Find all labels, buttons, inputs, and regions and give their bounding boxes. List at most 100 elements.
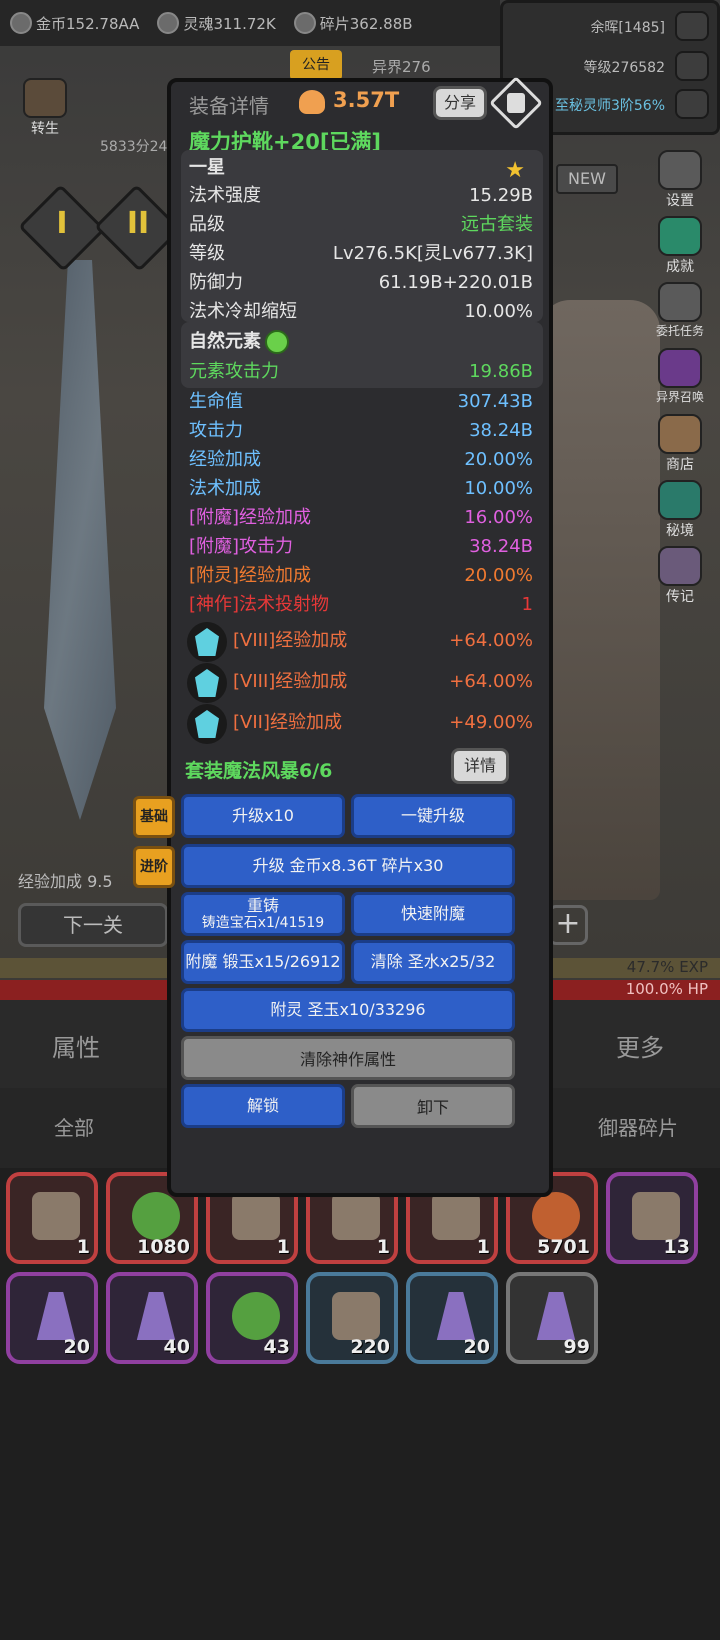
crown-icon[interactable]: [675, 51, 709, 81]
set-detail-button[interactable]: 详情: [451, 748, 509, 784]
flask-icon: [136, 1292, 176, 1340]
gem-stat-row: [VIII]经验加成 +64.00%: [233, 671, 533, 692]
one-click-upgrade-button[interactable]: 一键升级: [351, 794, 515, 838]
unequip-button[interactable]: 卸下: [351, 1084, 515, 1128]
sidebar-item-secret-realm[interactable]: 秘境: [640, 480, 720, 546]
sidebar-item-biography[interactable]: 传记: [640, 546, 720, 612]
gem-stat-row: [VIII]经验加成 +64.00%: [233, 630, 533, 651]
inventory-grid: 1 1080 1 1 1 5701 13 20 40 43 220 20 99: [0, 1168, 720, 1640]
sidebar-item-achievements[interactable]: 成就: [640, 216, 720, 282]
inventory-slot[interactable]: 220: [306, 1272, 398, 1364]
stat-row: [神作]法术投射物 1: [189, 594, 533, 615]
currency-bar: 金币152.78AA 灵魂311.72K 碎片362.88B: [0, 0, 500, 46]
tier-2-label: II: [126, 206, 150, 241]
enchant-button[interactable]: 附魔 锻玉x15/26912: [181, 940, 345, 984]
lock-icon: [507, 93, 525, 113]
inventory-slot[interactable]: 43: [206, 1272, 298, 1364]
item-quantity: 13: [663, 1236, 690, 1258]
item-quantity: 5701: [537, 1236, 590, 1258]
sidebar-item-shop[interactable]: 商店: [640, 414, 720, 480]
leaf-icon[interactable]: [675, 11, 709, 41]
equipment-detail-dialog: 装备详情 3.57T 分享 魔力护靴+20[已满] 一星 ★ 自然元素 元素攻击力…: [133, 76, 553, 1197]
hidden-stat: 5833分246: [100, 139, 177, 155]
item-quantity: 1: [476, 1236, 490, 1258]
advanced-tab[interactable]: 进阶: [133, 846, 175, 888]
element-header: 自然元素: [189, 328, 533, 356]
sidebar-item-summon[interactable]: 异界召唤: [640, 348, 720, 414]
notice-button[interactable]: 公告: [290, 50, 342, 80]
tab-more[interactable]: 更多: [616, 1028, 664, 1063]
spirit-attach-button[interactable]: 附灵 圣玉x10/33296: [181, 988, 515, 1032]
item-quantity: 220: [350, 1336, 390, 1358]
exp-bonus-text: 经验加成 9.5: [18, 872, 113, 891]
stat-row: 生命值 307.43B: [189, 391, 533, 412]
share-button[interactable]: 分享: [433, 86, 487, 120]
inventory-slot[interactable]: 40: [106, 1272, 198, 1364]
advance-upgrade-button[interactable]: 升级 金币x8.36T 碎片x30: [181, 844, 515, 888]
bag-icon: [232, 1292, 280, 1340]
muscle-icon: [299, 90, 325, 114]
scroll-icon: [658, 282, 702, 322]
swirl-icon[interactable]: [675, 89, 709, 119]
right-sidebar: 设置 成就 委托任务 异界召唤 商店 秘境 传记: [640, 150, 720, 612]
left-sidebar: 转生: [10, 78, 80, 148]
grade-header: 一星 ★: [189, 157, 525, 183]
sidebar-item-settings[interactable]: 设置: [640, 150, 720, 216]
flask-icon: [536, 1292, 576, 1340]
reforge-button[interactable]: 重铸 铸造宝石x1/41519: [181, 892, 345, 936]
filter-all[interactable]: 全部: [54, 1112, 94, 1141]
basic-tab[interactable]: 基础: [133, 796, 175, 838]
next-stage-button[interactable]: 下一关: [18, 903, 168, 947]
bag-icon: [132, 1192, 180, 1240]
chest-icon: [232, 1192, 280, 1240]
inventory-slot[interactable]: 1: [6, 1172, 98, 1264]
inventory-slot[interactable]: 99: [506, 1272, 598, 1364]
stat-row: [附魔]攻击力 38.24B: [189, 536, 533, 557]
chest-icon: [632, 1192, 680, 1240]
coin-icon: [10, 12, 32, 34]
gear-icon: [658, 150, 702, 190]
bag-icon: [532, 1192, 580, 1240]
nature-leaf-icon: [265, 330, 289, 354]
flask-icon: [36, 1292, 76, 1340]
chest-icon: [432, 1192, 480, 1240]
power-value: 3.57T: [333, 88, 400, 112]
base-stat-row: 法术冷却缩短 10.00%: [189, 301, 533, 322]
clear-enchant-button[interactable]: 清除 圣水x25/32: [351, 940, 515, 984]
filter-shards[interactable]: 御器碎片: [598, 1112, 678, 1141]
upgrade-x10-button[interactable]: 升级x10: [181, 794, 345, 838]
stat-row: 攻击力 38.24B: [189, 420, 533, 441]
clear-divine-button[interactable]: 清除神作属性: [181, 1036, 515, 1080]
stat-row: [附灵]经验加成 20.00%: [189, 565, 533, 586]
book-icon: [658, 546, 702, 586]
item-quantity: 43: [263, 1336, 290, 1358]
soul-icon: [157, 12, 180, 34]
gem-icon: [187, 704, 227, 744]
summon-icon: [658, 348, 702, 388]
inventory-slot[interactable]: 20: [6, 1272, 98, 1364]
game-screen: 金币152.78AA 灵魂311.72K 碎片362.88B 余晖[1485] …: [0, 0, 720, 1640]
base-stat-row: 法术强度 15.29B: [189, 185, 533, 206]
realm-label: 至秘灵师3阶56%: [554, 98, 665, 114]
sidebar-item-quests[interactable]: 委托任务: [640, 282, 720, 348]
otherworld-label: 异界276: [372, 58, 431, 76]
item-quantity: 1080: [137, 1236, 190, 1258]
inventory-slot[interactable]: 13: [606, 1172, 698, 1264]
star-icon: [658, 216, 702, 256]
base-stat-row: 品级 远古套装: [189, 214, 533, 235]
chest-icon: [332, 1292, 380, 1340]
item-quantity: 40: [163, 1336, 190, 1358]
tab-attributes[interactable]: 属性: [52, 1028, 100, 1063]
stat-row: 法术加成 10.00%: [189, 478, 533, 499]
new-badge: NEW: [556, 164, 618, 194]
afterglow-label: 余晖[1485]: [590, 20, 665, 36]
unlock-button[interactable]: 解锁: [181, 1084, 345, 1128]
add-icon[interactable]: +: [548, 905, 588, 945]
item-quantity: 20: [63, 1336, 90, 1358]
sidebar-item-rebirth[interactable]: 转生: [10, 78, 80, 148]
inventory-slot[interactable]: 20: [406, 1272, 498, 1364]
dialog-title: 装备详情: [189, 94, 269, 118]
item-quantity: 1: [276, 1236, 290, 1258]
quick-enchant-button[interactable]: 快速附魔: [351, 892, 515, 936]
shop-icon: [658, 414, 702, 454]
